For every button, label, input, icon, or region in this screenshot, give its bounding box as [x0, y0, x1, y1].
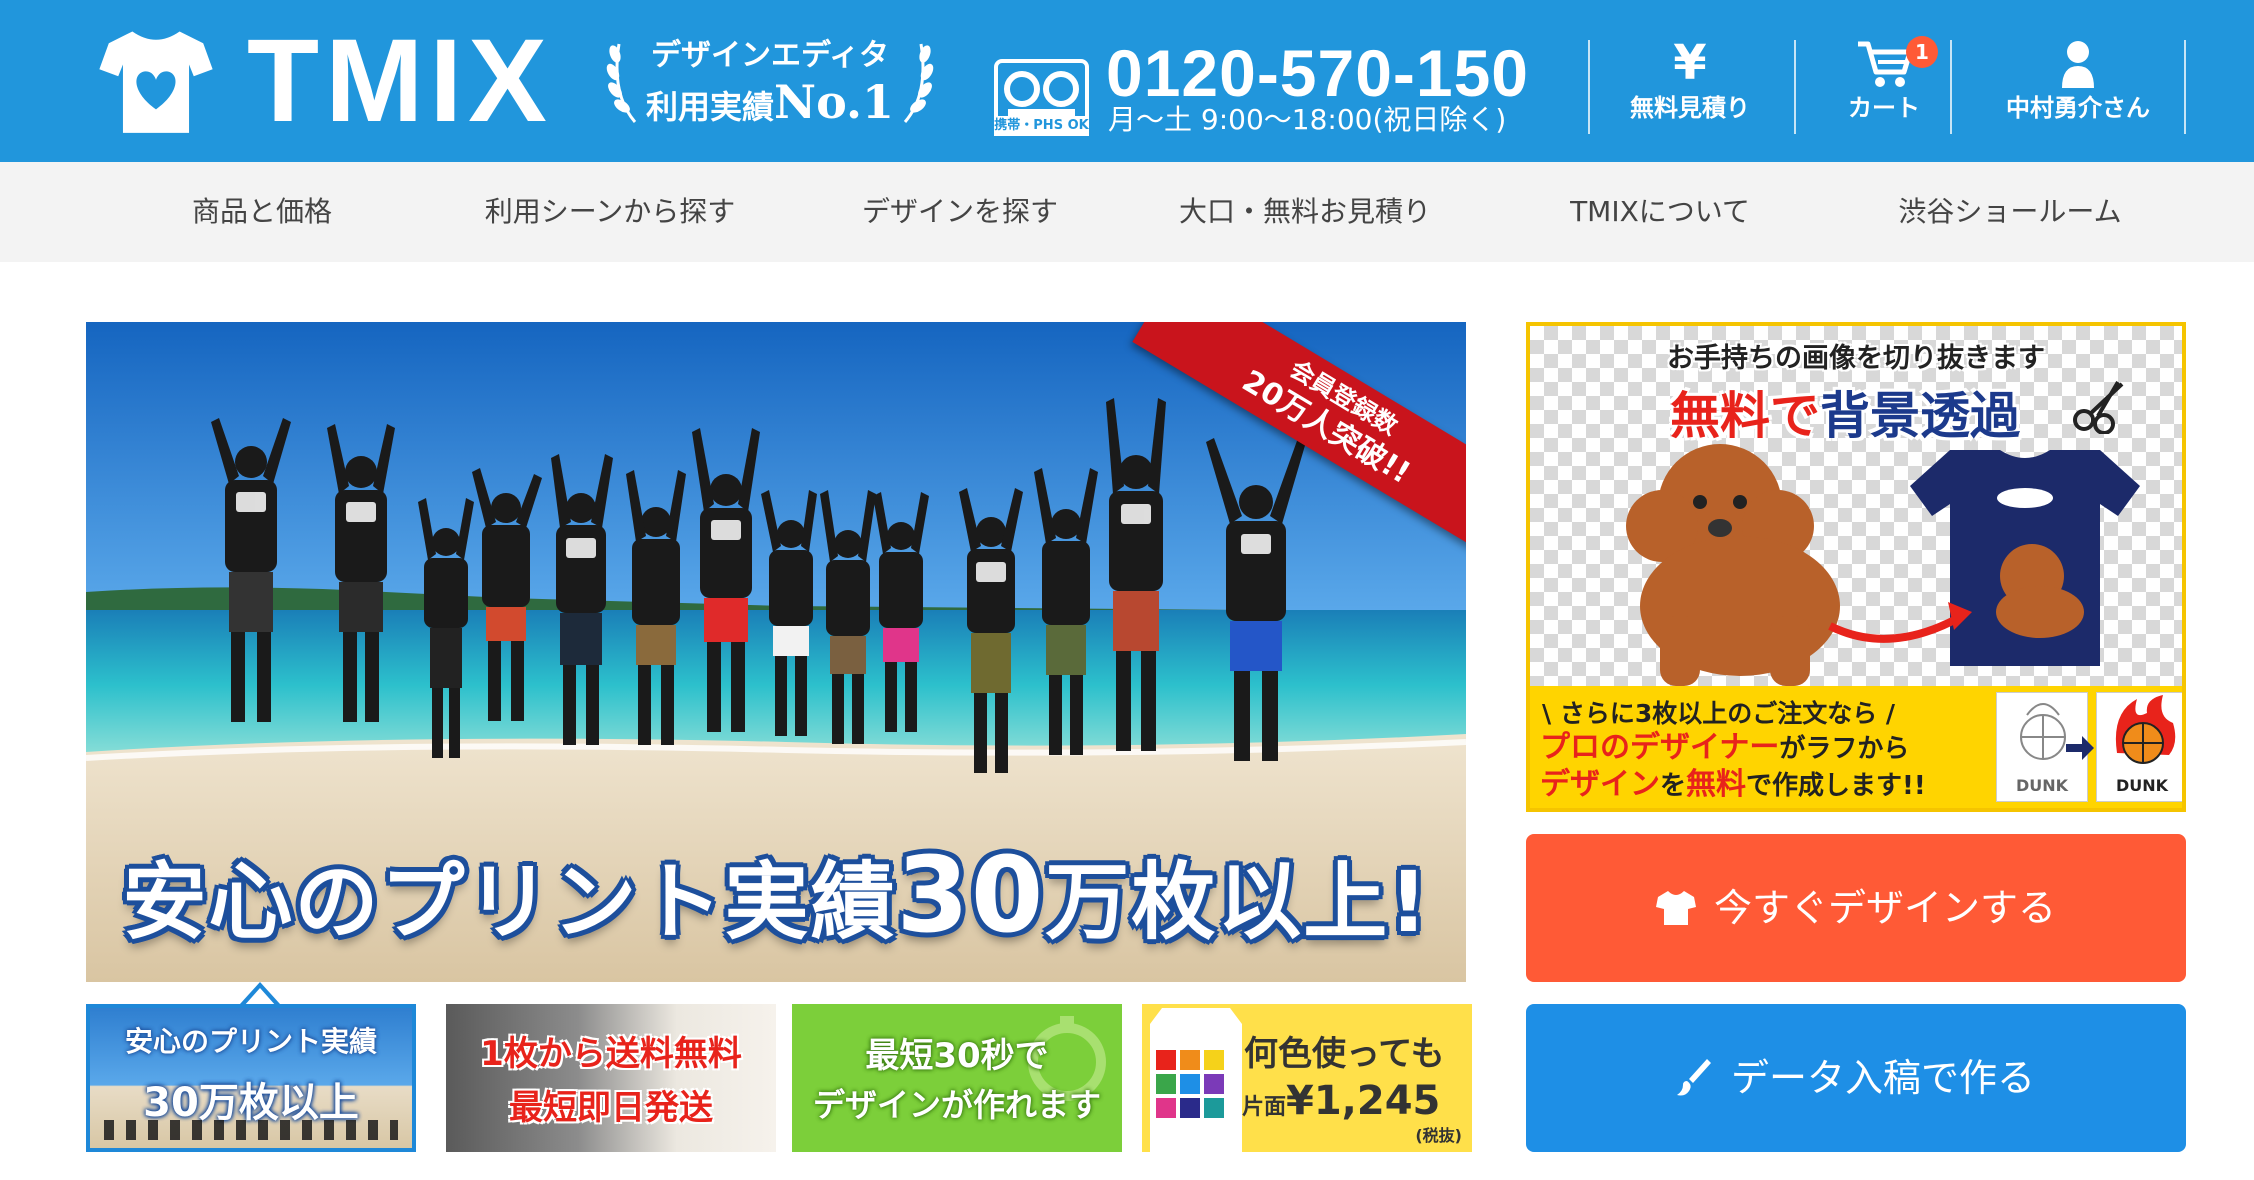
dog-on-tshirt-illustration: [1626, 444, 2140, 686]
header-divider: [1794, 40, 1796, 134]
hero-caption: 安心のプリント実績30万枚以上!: [86, 834, 1466, 956]
dunk-sketch-label: DUNK: [2015, 776, 2069, 795]
award-badge: デザインエディタ 利用実績No.1: [605, 32, 935, 130]
user-icon: [2062, 41, 2094, 88]
header-divider: [1950, 40, 1952, 134]
promo-designer-offer: \ さらに3枚以上のご注文なら / プロのデザイナーがラフから デザインを無料で作…: [1530, 686, 2182, 808]
phone-number[interactable]: 0120-570-150: [1106, 38, 1529, 108]
hero-caption-suffix: 万枚以上!: [1045, 853, 1430, 951]
cart-label: カート: [1848, 94, 1920, 122]
laurel-right-icon: [903, 43, 934, 123]
thumb4-line2: 片面¥1,245: [1242, 1078, 1441, 1124]
hero-caption-prefix: 安心のプリント実績: [122, 853, 897, 951]
nav-item-about[interactable]: TMIXについて: [1540, 162, 1780, 262]
dunk-design-label: DUNK: [2115, 776, 2169, 795]
yen-icon: ¥: [1673, 35, 1707, 91]
upload-data-button[interactable]: データ入稿で作る: [1526, 1004, 2186, 1152]
business-hours: 月〜土 9:00〜18:00(祝日除く): [1108, 103, 1507, 136]
quote-button[interactable]: ¥ 無料見積り: [1612, 36, 1768, 136]
thumb1-people-strip: [104, 1120, 398, 1140]
global-nav: 商品と価格 利用シーンから探す デザインを探す 大口・無料お見積り TMIXにつ…: [0, 162, 2254, 262]
basketball-flame-icon: [2115, 695, 2176, 764]
thumb3-line1: 最短30秒で: [865, 1036, 1049, 1076]
hero-caption-number: 30: [896, 834, 1046, 956]
promo-bottom-line2: プロのデザイナーがラフから デザインを無料で作成します!!: [1540, 730, 1926, 802]
finished-design-image: DUNK: [2096, 692, 2182, 802]
thumb-print-record[interactable]: 安心のプリント実績 30万枚以上: [86, 1004, 416, 1152]
thumb4-tax-note: (税抜): [1415, 1126, 1462, 1145]
account-button[interactable]: 中村勇介さん: [1978, 36, 2178, 136]
brand-logo[interactable]: TMIX: [97, 22, 553, 140]
site-header: TMIX デザインエディタ 利用実績No.1 携帯・PHS OK 0120-57…: [0, 0, 2254, 162]
upload-data-label: データ入稿で作る: [1730, 1056, 2035, 1100]
thumb4-line1: 何色使っても: [1244, 1034, 1445, 1074]
nav-item-showroom[interactable]: 渋谷ショールーム: [1880, 162, 2140, 262]
thumb3-line2: デザインが作れます: [812, 1086, 1101, 1124]
quote-label: 無料見積り: [1630, 94, 1750, 122]
tshirt-logo-icon: [99, 31, 213, 133]
award-line1: デザインエディタ: [651, 38, 889, 73]
promo-bottom-line1: \ さらに3枚以上のご注文なら /: [1542, 699, 1896, 728]
thumb-free-shipping[interactable]: 1枚から送料無料 最短即日発送: [446, 1004, 776, 1152]
thumb2-line2: 最短即日発送: [509, 1088, 713, 1128]
thumb-quick-design[interactable]: 最短30秒で デザインが作れます: [792, 1004, 1122, 1152]
basketball-sketch-icon: [2020, 703, 2066, 760]
nav-item-products[interactable]: 商品と価格: [152, 162, 372, 262]
thumb1-line1: 安心のプリント実績: [124, 1025, 377, 1058]
header-divider: [1588, 40, 1590, 134]
cart-icon: [1858, 41, 1913, 87]
header-divider: [2184, 40, 2186, 134]
brand-name: TMIX: [247, 15, 553, 147]
arrow-right-icon: [2066, 736, 2094, 760]
phs-ok-label: 携帯・PHS OK: [994, 116, 1089, 136]
promo-background-removal[interactable]: お手持ちの画像を切り抜きます 無料で背景透過 \ さらに3枚以上のご注文なら /…: [1526, 322, 2186, 812]
hero-banner[interactable]: 会員登録数 20万人突破!! 安心のプリント実績30万枚以上!: [86, 322, 1466, 982]
brush-icon: [1676, 1058, 1711, 1095]
promo-headline1: お手持ちの画像を切り抜きます: [1667, 343, 2045, 374]
nav-item-quote[interactable]: 大口・無料お見積り: [1170, 162, 1440, 262]
nav-item-designs[interactable]: デザインを探す: [840, 162, 1080, 262]
design-now-label: 今すぐデザインする: [1713, 886, 2056, 930]
laurel-left-icon: [606, 43, 637, 123]
award-line2: 利用実績No.1: [646, 75, 894, 129]
thumb-color-price[interactable]: 何色使っても 片面¥1,245 (税抜): [1142, 1004, 1472, 1152]
tshirt-icon: [1655, 890, 1696, 925]
user-name: 中村勇介さん: [2006, 94, 2150, 122]
thumb2-line1: 1枚から送料無料: [480, 1034, 742, 1074]
nav-item-scenes[interactable]: 利用シーンから探す: [470, 162, 750, 262]
cart-count-badge: 1: [1906, 36, 1938, 68]
cart-button[interactable]: 1 カート: [1824, 36, 1944, 136]
design-now-button[interactable]: 今すぐデザインする: [1526, 834, 2186, 982]
